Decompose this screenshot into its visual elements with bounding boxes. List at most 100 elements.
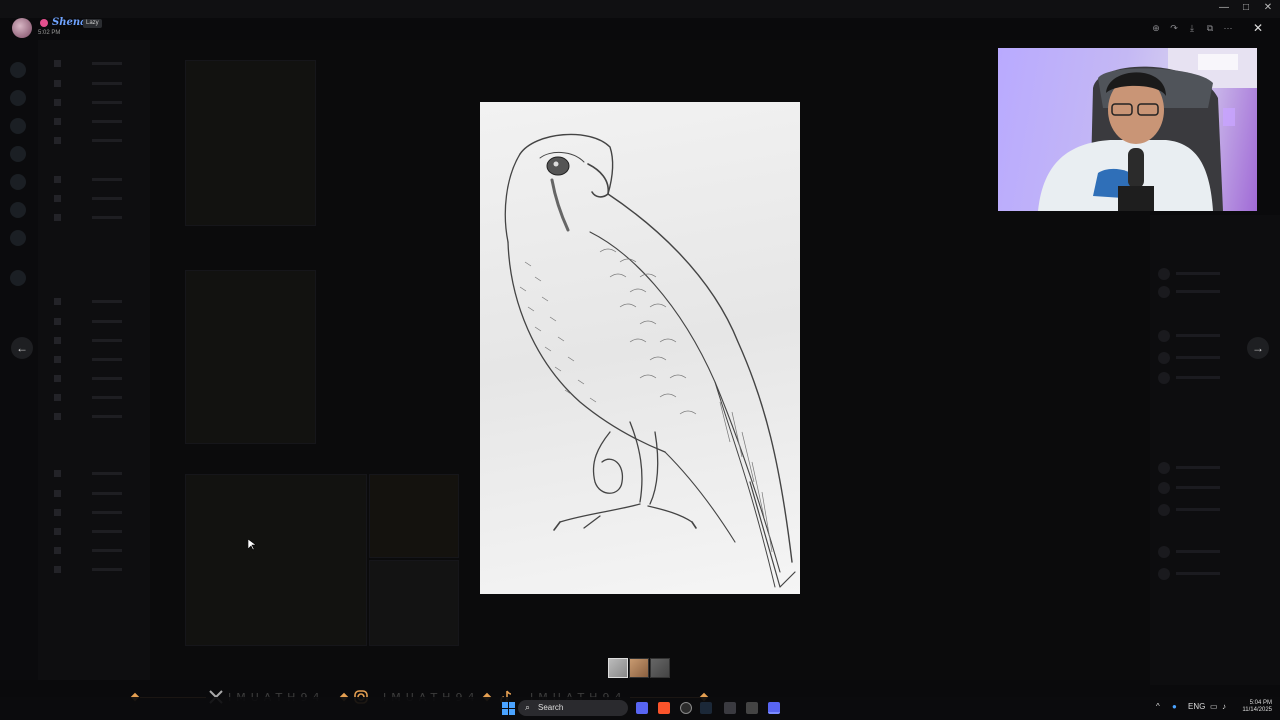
channel-item[interactable] [54, 176, 124, 184]
channel-item[interactable] [54, 214, 124, 222]
channel-item[interactable] [54, 375, 124, 383]
language-indicator[interactable]: ENG [1188, 702, 1205, 711]
clock-date: 11/14/2025 [1242, 707, 1272, 713]
attachment-placeholder[interactable] [369, 474, 459, 558]
member-name-bar [1176, 486, 1220, 489]
download-icon[interactable]: ⤓ [1186, 22, 1198, 34]
member-avatar[interactable] [1158, 482, 1170, 494]
server-icon[interactable] [10, 118, 26, 134]
server-icon[interactable] [10, 62, 26, 78]
channel-item[interactable] [54, 413, 124, 421]
member-list [1150, 215, 1280, 685]
volume-icon[interactable]: ♪ [1222, 702, 1226, 711]
server-icon[interactable] [10, 146, 26, 162]
member-avatar[interactable] [1158, 286, 1170, 298]
discord-active-icon[interactable] [768, 702, 780, 714]
member-avatar[interactable] [1158, 372, 1170, 384]
channel-item[interactable] [54, 99, 124, 107]
channel-item[interactable] [54, 509, 124, 517]
window-close-icon[interactable]: ✕ [1262, 2, 1274, 13]
server-list [0, 40, 38, 680]
falcon-drawing [504, 133, 796, 588]
member-name-bar [1176, 356, 1220, 359]
server-icon[interactable] [10, 174, 26, 190]
app-icon[interactable] [724, 702, 736, 714]
forward-icon[interactable]: ↷ [1168, 22, 1180, 34]
more-options-icon[interactable]: ⋯ [1222, 22, 1234, 34]
member-avatar[interactable] [1158, 504, 1170, 516]
member-name-bar [1176, 508, 1220, 511]
member-name-bar [1176, 272, 1220, 275]
member-avatar[interactable] [1158, 330, 1170, 342]
status-dot-icon [40, 19, 48, 27]
channel-item[interactable] [54, 547, 124, 555]
message-timestamp: 5:02 PM [38, 30, 61, 36]
streamer-figure [1038, 48, 1257, 211]
attachment-placeholder[interactable] [369, 560, 459, 646]
channel-item[interactable] [54, 470, 124, 478]
member-avatar[interactable] [1158, 568, 1170, 580]
avatar[interactable] [12, 18, 32, 38]
attachment-placeholder[interactable] [185, 270, 316, 444]
next-image-button[interactable]: → [1247, 337, 1269, 359]
member-avatar[interactable] [1158, 352, 1170, 364]
search-icon: ⌕ [525, 702, 531, 712]
minimize-icon[interactable]: — [1218, 2, 1230, 13]
author-name[interactable]: Shena [52, 17, 87, 28]
channel-item[interactable] [54, 566, 124, 574]
status-badge: Lazy [83, 19, 102, 28]
channel-item[interactable] [54, 528, 124, 536]
obs-icon[interactable] [680, 702, 692, 714]
member-name-bar [1176, 376, 1220, 379]
channel-item[interactable] [54, 60, 124, 68]
member-avatar[interactable] [1158, 268, 1170, 280]
member-name-bar [1176, 334, 1220, 337]
channel-item[interactable] [54, 195, 124, 203]
channel-item[interactable] [54, 356, 124, 364]
tray-chevron-icon[interactable]: ^ [1156, 702, 1160, 711]
discord-app-icon[interactable] [636, 702, 648, 714]
clock-time: 5:04 PM [1249, 700, 1272, 706]
microphone-icon[interactable]: ● [1172, 702, 1177, 711]
taskbar-clock[interactable]: 5:04 PM 11/14/2025 [1238, 700, 1272, 714]
server-icon[interactable] [10, 270, 26, 286]
window-controls: — □ ✕ [1218, 2, 1274, 13]
server-icon[interactable] [10, 202, 26, 218]
maximize-icon[interactable]: □ [1240, 2, 1252, 13]
thumbnail[interactable] [629, 658, 649, 678]
app-icon[interactable] [746, 702, 758, 714]
zoom-icon[interactable]: ⊕ [1150, 22, 1162, 34]
viewer-toolbar: ⊕ ↷ ⤓ ⧉ ⋯ [1150, 20, 1234, 36]
taskbar-search-label: Search [538, 703, 564, 712]
steam-icon[interactable] [700, 702, 712, 714]
falcon-sketch-image[interactable] [480, 102, 800, 594]
channel-item[interactable] [54, 80, 124, 88]
screen: — □ ✕ Shena Lazy 5:02 PM ⊕ ↷ ⤓ ⧉ ⋯ ✕ ← →… [0, 0, 1280, 720]
channel-item[interactable] [54, 337, 124, 345]
close-viewer-icon[interactable]: ✕ [1250, 20, 1266, 36]
member-avatar[interactable] [1158, 546, 1170, 558]
channel-item[interactable] [54, 137, 124, 145]
thumbnail-active[interactable] [608, 658, 628, 678]
channel-item[interactable] [54, 490, 124, 498]
member-avatar[interactable] [1158, 462, 1170, 474]
previous-image-button[interactable]: ← [11, 337, 33, 359]
brave-browser-icon[interactable] [658, 702, 670, 714]
attachment-placeholder[interactable] [185, 474, 367, 646]
taskbar-search-input[interactable] [518, 700, 628, 716]
channel-item[interactable] [54, 298, 124, 306]
app-titlebar [0, 0, 1280, 18]
network-icon[interactable]: ▭ [1210, 702, 1218, 711]
server-icon[interactable] [10, 230, 26, 246]
open-in-browser-icon[interactable]: ⧉ [1204, 22, 1216, 34]
windows-start-icon[interactable] [502, 702, 515, 715]
mouse-cursor-icon [248, 539, 256, 551]
attachment-placeholder[interactable] [185, 60, 316, 226]
channel-item[interactable] [54, 394, 124, 402]
member-name-bar [1176, 572, 1220, 575]
channel-item[interactable] [54, 118, 124, 126]
server-icon[interactable] [10, 90, 26, 106]
thumbnail[interactable] [650, 658, 670, 678]
channel-item[interactable] [54, 318, 124, 326]
image-thumbnail-strip [608, 658, 670, 678]
